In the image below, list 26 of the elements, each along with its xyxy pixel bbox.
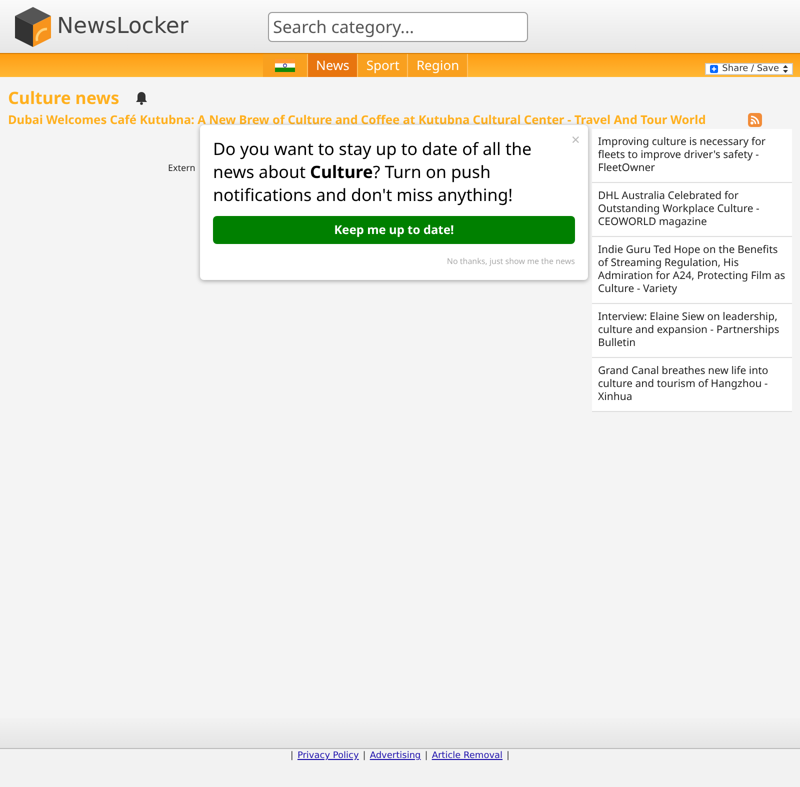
site-logo-text[interactable]: NewsLocker	[57, 10, 188, 43]
separator-text: |	[290, 750, 294, 763]
search-field[interactable]: Search category...	[268, 12, 528, 42]
bell-icon[interactable]	[135, 90, 148, 105]
cube-logo-icon	[13, 4, 53, 48]
separator-text: |	[424, 750, 428, 763]
rss-icon[interactable]	[748, 112, 762, 126]
news-item-link[interactable]: Improving culture is necessary for fleets to improve driver's safety - FleetOwner	[592, 128, 792, 182]
separator-text: |	[506, 750, 510, 763]
plus-icon	[710, 65, 718, 73]
news-item-link[interactable]: Interview: Elaine Siew on leadership, culture and expansion - Partnerships Bulletin	[592, 304, 792, 358]
page-title: Culture news	[8, 85, 120, 110]
flag-icon	[275, 59, 295, 72]
footer-link[interactable]: Article Removal	[432, 750, 503, 787]
loading-message: Extern	[168, 160, 196, 174]
dialog-message: Do you want to stay up to date of all the news about Culture? Turn on push notifications and don't miss anything!	[213, 137, 533, 206]
subscribe-button[interactable]: Keep me up to date!	[213, 216, 575, 244]
news-item-link[interactable]: Indie Guru Ted Hope on the Benefits of Streaming Regulation, His Admiration for A24, Protecting Film as Culture - Variety	[592, 236, 792, 304]
news-item-link[interactable]: DHL Australia Celebrated for Outstanding Workplace Culture - CEOWORLD magazine	[592, 182, 792, 236]
separator-text: |	[362, 750, 366, 763]
footer-link[interactable]: Advertising	[370, 750, 421, 787]
footer-link[interactable]: Privacy Policy	[297, 750, 359, 787]
share-button[interactable]: Share / Save	[705, 63, 793, 75]
news-item-link[interactable]: Grand Canal breathes new life into culture and tourism of Hangzhou - Xinhua	[592, 358, 792, 412]
flag-tab[interactable]	[263, 54, 308, 77]
updown-icon	[783, 65, 788, 73]
